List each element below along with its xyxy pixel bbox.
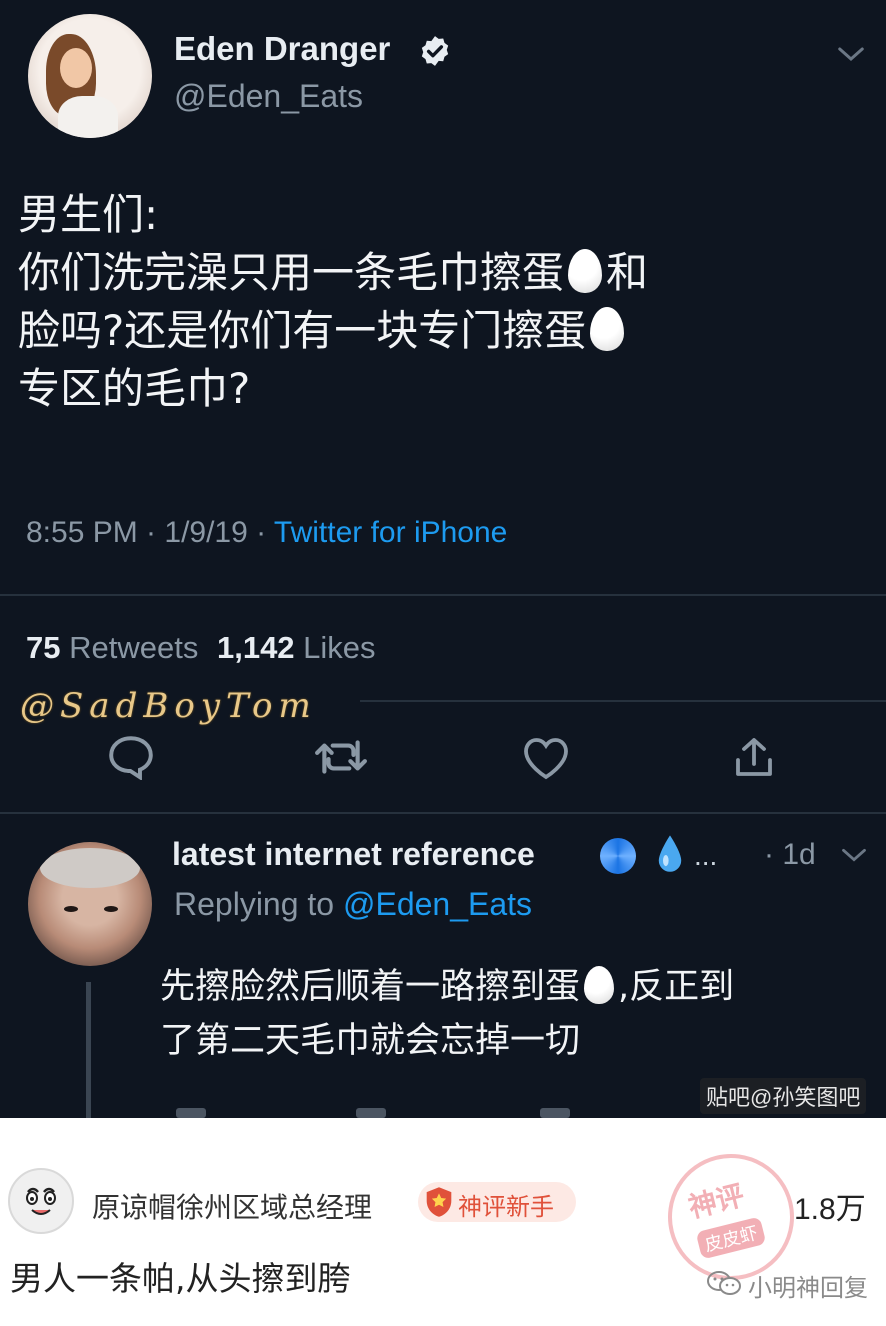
share-icon[interactable] bbox=[730, 734, 778, 782]
tweet-text-line: 专区的毛巾? bbox=[18, 364, 251, 413]
reply-author-name[interactable]: latest internet reference bbox=[172, 836, 535, 873]
egg-emoji-icon bbox=[584, 966, 615, 1004]
tweet-text-line: 你们洗完澡只用一条毛巾擦蛋和 bbox=[18, 244, 858, 302]
cropped-action-icon bbox=[356, 1108, 386, 1118]
comment-like-count[interactable]: 1.8万 bbox=[794, 1184, 866, 1228]
reply-icon[interactable] bbox=[106, 734, 156, 780]
tweet-stats: 75 Retweets 1,142 Likes bbox=[26, 630, 376, 666]
tweet-text-line: 脸吗?还是你们有一块专门擦蛋 bbox=[18, 302, 858, 360]
reply-chevron-down-icon[interactable] bbox=[840, 844, 868, 866]
reply-text-line: 先擦脸然后顺着一路擦到蛋 ,反正到 bbox=[160, 960, 860, 1014]
retweets-label[interactable]: Retweets bbox=[69, 630, 198, 665]
reply-text-line: 了第二天毛巾就会忘掉一切 bbox=[160, 1021, 581, 1061]
comment-text: 男人一条帕,从头擦到胯 bbox=[10, 1259, 351, 1298]
droplet-emoji-icon bbox=[658, 835, 682, 872]
likes-label[interactable]: Likes bbox=[303, 630, 375, 665]
divider bbox=[0, 812, 886, 814]
comment-panel: 原谅帽徐州区域总经理 神评新手 神评 皮皮虾 1.8万 男人一条帕,从头擦到胯 … bbox=[0, 1118, 886, 1326]
tweet-text-segment: 和 bbox=[606, 248, 649, 297]
cropped-action-icon bbox=[176, 1108, 206, 1118]
replying-prefix: Replying to bbox=[174, 886, 343, 922]
verified-icon bbox=[421, 36, 449, 66]
cropped-action-icon bbox=[540, 1108, 570, 1118]
replying-to: Replying to @Eden_Eats bbox=[174, 886, 532, 923]
wechat-icon bbox=[707, 1271, 741, 1295]
thread-line bbox=[86, 982, 91, 1118]
tweet-timestamp: 8:55 PM · 1/9/19 · Twitter for iPhone bbox=[26, 516, 507, 550]
reply-author-avatar[interactable] bbox=[28, 842, 152, 966]
tweet-time-date: 8:55 PM · 1/9/19 · bbox=[26, 516, 274, 549]
reply-text: 先擦脸然后顺着一路擦到蛋 ,反正到 了第二天毛巾就会忘掉一切 bbox=[160, 960, 860, 1068]
egg-emoji-icon bbox=[590, 307, 625, 351]
reply-text-segment: ,反正到 bbox=[618, 967, 735, 1007]
commenter-username[interactable]: 原谅帽徐州区域总经理 bbox=[92, 1186, 372, 1226]
commenter-avatar[interactable] bbox=[8, 1168, 74, 1234]
tieba-watermark: 贴吧@孙笑图吧 bbox=[700, 1078, 867, 1114]
author-name[interactable]: Eden Dranger bbox=[174, 30, 390, 68]
like-icon[interactable] bbox=[522, 736, 570, 780]
reply-name-ellipsis: ... bbox=[694, 840, 718, 871]
swirl-emoji-icon bbox=[600, 838, 636, 874]
shield-badge-icon bbox=[426, 1187, 452, 1217]
badge-label: 神评新手 bbox=[458, 1193, 554, 1221]
tweet-text-line: 男生们: bbox=[18, 190, 159, 239]
chevron-down-icon[interactable] bbox=[836, 42, 866, 66]
reply-time: · 1d bbox=[764, 838, 816, 871]
tweet-screenshot: Eden Dranger @Eden_Eats 男生们: 你们洗完澡只用一条毛巾… bbox=[0, 0, 886, 1118]
retweet-icon[interactable] bbox=[314, 736, 368, 778]
author-avatar[interactable] bbox=[28, 14, 152, 138]
cartoon-face-icon bbox=[26, 1187, 56, 1215]
sadboytom-watermark: @SadBoyTom bbox=[20, 686, 317, 726]
likes-count[interactable]: 1,142 bbox=[217, 630, 295, 665]
retweets-count[interactable]: 75 bbox=[26, 630, 60, 665]
egg-emoji-icon bbox=[568, 249, 603, 293]
tweet-text: 男生们: 你们洗完澡只用一条毛巾擦蛋和 脸吗?还是你们有一块专门擦蛋 专区的毛巾… bbox=[18, 186, 858, 418]
tweet-text-segment: 脸吗?还是你们有一块专门擦蛋 bbox=[18, 306, 587, 355]
reply-text-segment: 先擦脸然后顺着一路擦到蛋 bbox=[160, 967, 581, 1007]
divider bbox=[360, 700, 886, 702]
author-handle[interactable]: @Eden_Eats bbox=[174, 78, 363, 115]
replying-handle-link[interactable]: @Eden_Eats bbox=[343, 886, 532, 922]
divider bbox=[0, 594, 886, 596]
tweet-text-segment: 你们洗完澡只用一条毛巾擦蛋 bbox=[18, 248, 565, 297]
tweet-source-link[interactable]: Twitter for iPhone bbox=[274, 516, 507, 549]
wechat-account-label: 小明神回复 bbox=[748, 1274, 868, 1302]
